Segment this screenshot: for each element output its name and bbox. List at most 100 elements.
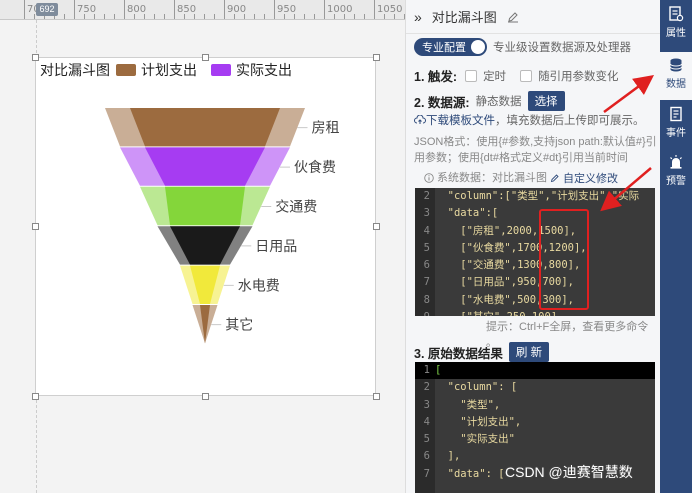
horizontal-ruler: 700750800850900950100010501100: [0, 0, 405, 20]
code-text: [: [435, 364, 442, 376]
code-text: "data": [: [435, 467, 505, 480]
pro-config-toggle[interactable]: 专业配置: [414, 38, 487, 56]
ruler-tick: [274, 0, 275, 19]
code-line: 2 "column":["类型","计划支出","实际: [415, 188, 655, 205]
collapse-icon[interactable]: »: [414, 9, 422, 25]
toggle-description: 专业级设置数据源及处理器: [493, 42, 631, 54]
funnel-actual-segment: [165, 186, 245, 226]
annotation-highlight-box: [539, 209, 589, 310]
code-line: 4 ["房租",2000,1500],: [415, 223, 655, 240]
tab-attributes-label: 属性: [666, 28, 686, 39]
source-label: 2. 数据源:: [414, 95, 470, 110]
download-row: 下载模板文件 ，填充数据后上传即可展示。: [414, 112, 654, 128]
tab-events[interactable]: 事件: [660, 106, 692, 146]
download-hint: ，填充数据后上传即可展示。: [495, 115, 645, 127]
ruler-minor-tick: [194, 14, 195, 19]
refresh-button[interactable]: 刷 新: [508, 342, 550, 362]
code-line: 1[: [415, 362, 655, 380]
funnel-chart: 对比漏斗图 计划支出 实际支出房租伙食费交通费日用品水电费其它: [40, 62, 340, 344]
json-hint: JSON格式：使用{#参数,支持json path:默认值#}引 用参数；使用{…: [414, 134, 659, 166]
toggle-knob: [471, 40, 485, 54]
legend-swatch: [116, 64, 136, 76]
funnel-category-label: 伙食费: [294, 159, 336, 175]
code-text: "data":[: [435, 207, 499, 220]
line-number: 4: [423, 224, 430, 237]
funnel-category-label: 房租: [312, 120, 340, 136]
json-hint-line-1: JSON格式：使用{#参数,支持json path:默认值#}引: [414, 136, 657, 148]
ruler-minor-tick: [264, 14, 265, 19]
sysdata-row: 系统数据：对比漏斗图 自定义修改: [424, 170, 654, 186]
code-line: 7 ["日用品",950,700],: [415, 274, 655, 291]
ruler-minor-tick: [184, 14, 185, 19]
param-change-checkbox[interactable]: [520, 69, 533, 82]
watermark: CSDN @迪赛智慧数: [505, 464, 633, 480]
code-text: ],: [435, 450, 461, 463]
resize-handle[interactable]: [32, 223, 39, 230]
select-button[interactable]: 选择: [527, 91, 565, 111]
resize-handle[interactable]: [373, 223, 380, 230]
code-line: 3 "data":[: [415, 205, 655, 222]
line-number: 2: [423, 190, 430, 202]
upload-cloud-icon: [414, 115, 426, 124]
resize-handle[interactable]: [202, 54, 209, 61]
code-text: "计划支出",: [435, 415, 522, 428]
json-hint-line-2: 用参数；使用{dt#格式定义#dt}引用当前时间: [414, 152, 628, 164]
timer-checkbox[interactable]: [465, 69, 478, 82]
sysdata-label: 系统数据：对比漏斗图: [437, 172, 547, 184]
line-number: 5: [423, 241, 430, 254]
resize-handle[interactable]: [202, 393, 209, 400]
ruler-minor-tick: [354, 14, 355, 19]
ruler-minor-tick: [294, 14, 295, 19]
tab-events-label: 事件: [666, 128, 686, 139]
tab-alert[interactable]: 预警: [660, 154, 692, 194]
ruler-minor-tick: [84, 14, 85, 19]
edit-icon[interactable]: [507, 11, 519, 23]
code-text: "column":["类型","计划支出","实际: [435, 190, 640, 202]
line-number: 3: [423, 398, 430, 411]
ruler-minor-tick: [344, 14, 345, 19]
param-change-label: 随引用参数变化: [538, 70, 619, 83]
database-icon: [670, 58, 682, 72]
code-text: "实际支出": [435, 433, 515, 446]
canvas-area[interactable]: 700750800850900950100010501100 692 对比漏斗图…: [0, 0, 405, 493]
chart-component[interactable]: 对比漏斗图 计划支出 实际支出 房租 伙食费 交通费 日用品 水电费 其它: [32, 54, 380, 400]
funnel-category-label: 其它: [225, 317, 253, 333]
data-source-editor[interactable]: 2 "column":["类型","计划支出","实际 3 "data":[4 […: [415, 188, 655, 316]
custom-edit-link[interactable]: 自定义修改: [563, 170, 618, 186]
edit-pencil-icon: [550, 174, 559, 183]
tab-data-label: 数据: [666, 79, 686, 90]
ruler-tick: [124, 0, 125, 19]
trigger-row: 1. 触发: 定时 随引用参数变化: [414, 66, 654, 85]
tab-data[interactable]: 数据: [660, 52, 692, 100]
download-template-link[interactable]: 下载模板文件: [426, 112, 495, 128]
line-number: 6: [423, 450, 430, 463]
alarm-icon: [670, 155, 682, 169]
line-number: 5: [423, 433, 430, 446]
ruler-minor-tick: [94, 14, 95, 19]
result-row: 3. 原始数据结果 刷 新: [414, 342, 654, 362]
legend-label: 计划支出: [141, 62, 197, 78]
line-number: 1: [423, 364, 430, 376]
resize-handle[interactable]: [373, 54, 380, 61]
code-line: 9 ["其它",250,100]: [415, 309, 655, 316]
ruler-minor-tick: [284, 14, 285, 19]
line-number: 4: [423, 415, 430, 428]
code-text: "column": [: [435, 381, 518, 394]
code-line: 5 "实际支出": [415, 431, 655, 448]
panel-title: 对比漏斗图: [431, 10, 497, 25]
ruler-minor-tick: [34, 14, 35, 19]
resize-handle[interactable]: [373, 393, 380, 400]
ruler-minor-tick: [104, 14, 105, 19]
tab-attributes[interactable]: 属性: [660, 6, 692, 46]
ruler-minor-tick: [364, 14, 365, 19]
result-label: 3. 原始数据结果: [414, 346, 503, 361]
ruler-minor-tick: [204, 14, 205, 19]
ruler-minor-tick: [144, 14, 145, 19]
chart-title: 对比漏斗图: [40, 62, 110, 78]
ruler-label: 1050: [377, 4, 403, 15]
resize-handle[interactable]: [32, 54, 39, 61]
resize-handle[interactable]: [32, 393, 39, 400]
ruler-minor-tick: [384, 14, 385, 19]
legend-swatch: [211, 64, 231, 76]
ruler-minor-tick: [254, 14, 255, 19]
